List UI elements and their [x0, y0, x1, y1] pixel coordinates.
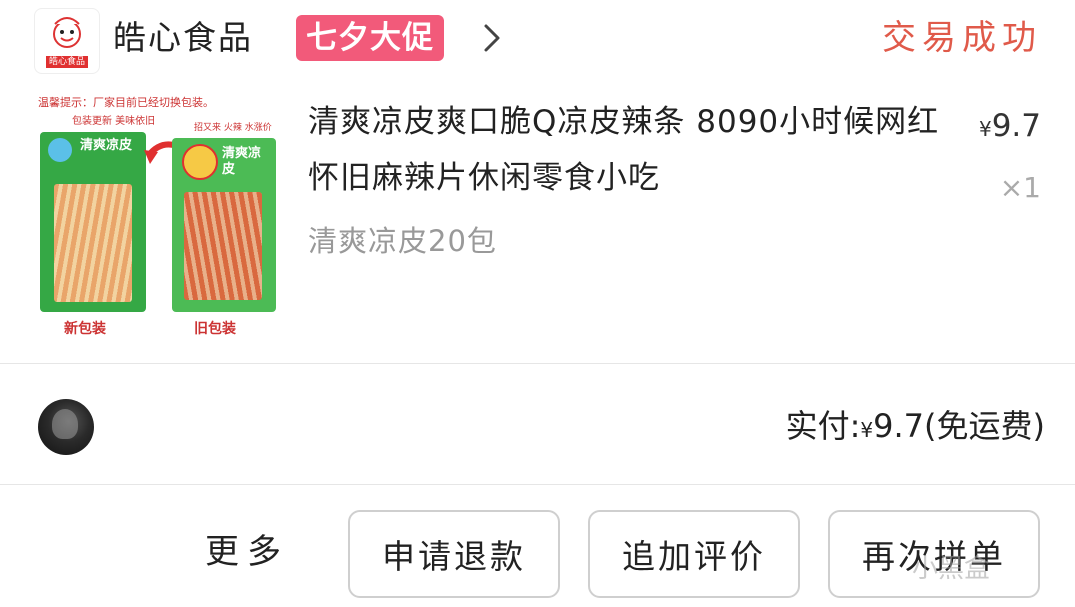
new-package-window — [54, 184, 132, 302]
product-quantity: ×1 — [999, 171, 1041, 204]
watermark: 小黑盒 — [912, 554, 991, 584]
product-image-notice: 温馨提示：厂家目前已经切换包装。 — [38, 96, 214, 109]
paid-label: 实付: — [785, 407, 861, 445]
product-image-new-tagline: 包装更新 美味依旧 — [72, 116, 156, 127]
shipping-note: (免运费) — [924, 407, 1045, 445]
refund-button[interactable]: 申请退款 — [348, 510, 560, 598]
old-package-brand: 清爽凉皮 — [222, 146, 262, 177]
new-package-brand: 清爽凉皮 — [80, 138, 133, 153]
product-price: ¥9.7 — [979, 104, 1041, 151]
divider — [0, 363, 1075, 364]
old-package-window — [184, 192, 262, 300]
chevron-right-icon[interactable] — [478, 22, 506, 54]
old-package-mascot — [182, 144, 218, 180]
promo-badge[interactable]: 七夕大促 — [296, 15, 444, 61]
new-package-label: 新包装 — [64, 321, 106, 337]
product-image-old-tagline: 招又来 火辣 水涨价 — [194, 123, 272, 133]
new-package: 清爽凉皮 — [40, 132, 146, 312]
divider — [0, 484, 1075, 485]
store-logo-text: 皓心食品 — [45, 56, 88, 68]
product-image[interactable]: 温馨提示：厂家目前已经切换包装。 包装更新 美味依旧 招又来 火辣 水涨价 清爽… — [34, 92, 284, 338]
paid-currency: ¥ — [860, 418, 874, 442]
old-package: 清爽凉皮 — [172, 138, 276, 312]
store-name[interactable]: 皓心食品 — [113, 12, 253, 64]
paid-value: 9.7 — [873, 407, 925, 445]
add-review-button[interactable]: 追加评价 — [588, 510, 800, 598]
store-logo[interactable]: 皓心食品 — [34, 8, 100, 74]
product-title[interactable]: 清爽凉皮爽口脆Q凉皮辣条 8090小时候网红怀旧麻辣片休闲零食小吃 — [308, 94, 948, 206]
price-value: 9.7 — [991, 108, 1041, 144]
paid-amount: 实付:¥9.7(免运费) — [786, 400, 1045, 456]
old-package-label: 旧包装 — [194, 321, 236, 337]
order-status: 交易成功 — [882, 18, 1042, 58]
avatar[interactable] — [38, 399, 94, 455]
product-variant: 清爽凉皮20包 — [308, 224, 497, 258]
price-currency: ¥ — [978, 117, 992, 141]
chef-mascot-icon — [53, 17, 81, 48]
new-package-logo — [48, 138, 72, 162]
more-button[interactable]: 更多 — [205, 530, 289, 574]
avatar-figure — [52, 409, 78, 439]
